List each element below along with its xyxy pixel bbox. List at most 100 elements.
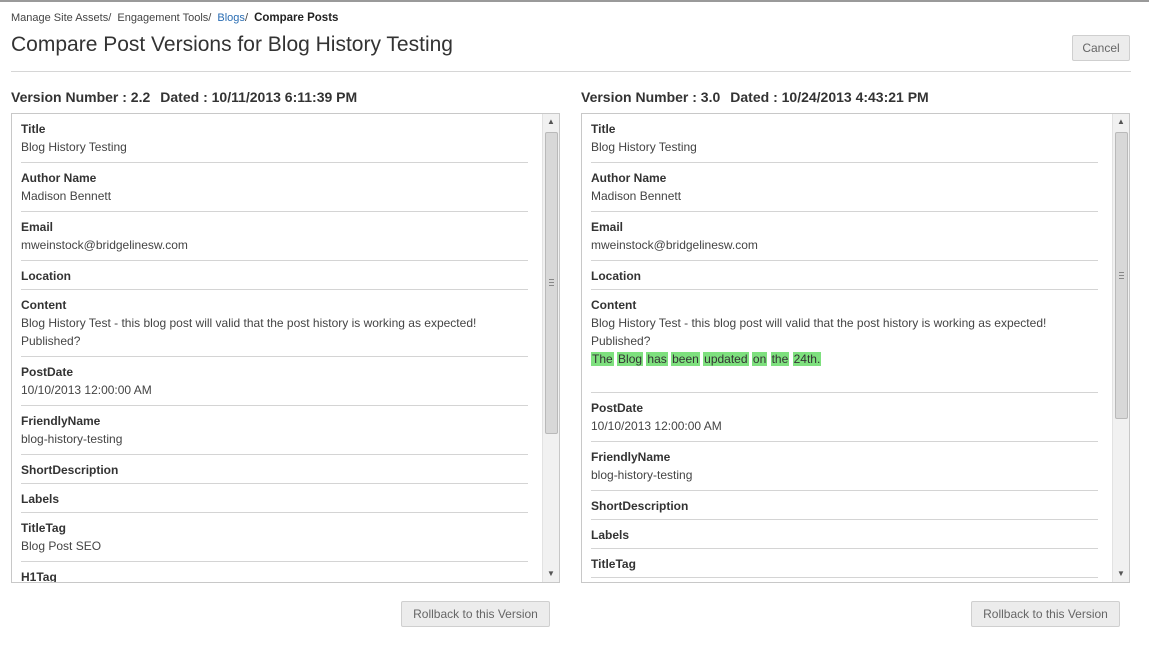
left-rollback-button[interactable]: Rollback to this Version	[401, 601, 550, 627]
field-label: TitleTag	[591, 557, 636, 571]
field-label: Content	[591, 298, 637, 312]
scroll-down-arrow-icon[interactable]: ▼	[1113, 566, 1129, 582]
left-version-panel[interactable]: Title Blog History Testing Author Name M…	[11, 113, 560, 583]
added-content-line: The Blog has been updated on the 24th.	[591, 350, 1098, 368]
left-version-date: Dated : 10/11/2013 6:11:39 PM	[160, 89, 358, 105]
field-label: Email	[591, 220, 624, 234]
breadcrumb: Manage Site Assets/ Engagement Tools/ Bl…	[11, 12, 338, 24]
page-title: Compare Post Versions for Blog History T…	[11, 33, 453, 56]
field-author-name: Author Name Madison Bennett	[21, 163, 528, 212]
field-value: 10/10/2013 12:00:00 AM	[591, 419, 722, 433]
field-titletag: TitleTag Blog Post SEO	[21, 513, 528, 562]
right-version-fields: Title Blog History Testing Author Name M…	[582, 114, 1113, 582]
scroll-up-arrow-icon[interactable]: ▲	[543, 114, 559, 130]
breadcrumb-separator: /	[208, 12, 212, 24]
field-label: Title	[21, 122, 46, 136]
field-email: Email mweinstock@bridgelinesw.com	[591, 212, 1098, 261]
field-value: blog-history-testing	[591, 468, 693, 482]
breadcrumb-separator: /	[108, 12, 112, 24]
scroll-up-arrow-icon[interactable]: ▲	[1113, 114, 1129, 130]
field-friendlyname: FriendlyName blog-history-testing	[21, 406, 528, 455]
field-label: ShortDescription	[21, 463, 119, 477]
field-location: Location	[21, 261, 528, 290]
field-shortdescription: ShortDescription	[21, 455, 528, 484]
field-value: Blog Post SEO	[21, 539, 102, 553]
left-version-fields: Title Blog History Testing Author Name M…	[12, 114, 543, 582]
field-label: Labels	[21, 492, 60, 506]
right-version-heading: Version Number : 3.0 Dated : 10/24/2013 4…	[581, 89, 929, 105]
added-word-highlight: updated	[703, 352, 749, 366]
field-value: blog-history-testing	[21, 432, 123, 446]
field-value: Blog History Testing	[591, 140, 697, 154]
right-panel-scrollbar[interactable]: ▲ ▼	[1112, 114, 1129, 582]
breadcrumb-manage-site-assets[interactable]: Manage Site Assets	[11, 12, 108, 24]
added-word-highlight: the	[770, 352, 790, 366]
grip-line	[549, 279, 554, 280]
field-label: ShortDescription	[591, 499, 689, 513]
field-label: Content	[21, 298, 67, 312]
breadcrumb-separator: /	[244, 12, 248, 24]
field-location: Location	[591, 261, 1098, 290]
field-value: Blog History Test - this blog post will …	[21, 314, 528, 350]
field-value: mweinstock@bridgelinesw.com	[21, 238, 188, 252]
field-label: PostDate	[591, 401, 644, 415]
right-version-panel[interactable]: Title Blog History Testing Author Name M…	[581, 113, 1130, 583]
field-label: Location	[591, 269, 641, 283]
field-title: Title Blog History Testing	[21, 114, 528, 163]
added-word-highlight: has	[646, 352, 668, 366]
field-content: Content Blog History Test - this blog po…	[591, 290, 1098, 393]
field-label: TitleTag	[21, 521, 66, 535]
field-shortdescription: ShortDescription	[591, 491, 1098, 520]
field-value: Blog History Test - this blog post will …	[591, 314, 1098, 386]
left-panel-scrollbar[interactable]: ▲ ▼	[542, 114, 559, 582]
right-version-date: Dated : 10/24/2013 4:43:21 PM	[730, 89, 929, 105]
breadcrumb-current: Compare Posts	[254, 12, 339, 24]
field-value: Madison Bennett	[591, 189, 682, 203]
right-version-number: Version Number : 3.0	[581, 89, 721, 105]
field-postdate: PostDate 10/10/2013 12:00:00 AM	[21, 357, 528, 406]
scrollbar-thumb[interactable]	[1115, 132, 1128, 419]
added-word-highlight: Blog	[617, 352, 644, 366]
header-divider	[11, 71, 1131, 72]
scrollbar-thumb[interactable]	[545, 132, 558, 434]
field-label: Email	[21, 220, 54, 234]
grip-line	[1119, 275, 1124, 276]
field-postdate: PostDate 10/10/2013 12:00:00 AM	[591, 393, 1098, 442]
field-label: FriendlyName	[591, 450, 671, 464]
content-line: Published?	[591, 334, 651, 348]
field-labels: Labels	[591, 520, 1098, 549]
field-value: mweinstock@bridgelinesw.com	[591, 238, 758, 252]
breadcrumb-engagement-tools[interactable]: Engagement Tools	[117, 12, 208, 24]
top-border	[0, 0, 1149, 2]
field-author-name: Author Name Madison Bennett	[591, 163, 1098, 212]
field-label: Labels	[591, 528, 630, 542]
content-line: Blog History Test - this blog post will …	[21, 316, 477, 330]
field-value: Madison Bennett	[21, 189, 112, 203]
field-titletag: TitleTag	[591, 549, 1098, 578]
added-word-highlight: 24th.	[792, 352, 822, 366]
field-labels: Labels	[21, 484, 528, 513]
breadcrumb-blogs-link[interactable]: Blogs	[217, 12, 245, 24]
field-label: H1Tag	[21, 570, 57, 582]
field-email: Email mweinstock@bridgelinesw.com	[21, 212, 528, 261]
field-h1tag: H1Tag	[21, 562, 528, 582]
cancel-button[interactable]: Cancel	[1072, 35, 1130, 61]
field-value: 10/10/2013 12:00:00 AM	[21, 383, 152, 397]
field-label: FriendlyName	[21, 414, 101, 428]
grip-line	[1119, 278, 1124, 279]
field-content: Content Blog History Test - this blog po…	[21, 290, 528, 357]
field-label: Location	[21, 269, 71, 283]
field-value: Blog History Testing	[21, 140, 127, 154]
left-version-number: Version Number : 2.2	[11, 89, 151, 105]
field-label: Author Name	[21, 171, 97, 185]
right-rollback-button[interactable]: Rollback to this Version	[971, 601, 1120, 627]
added-word-highlight: on	[751, 352, 768, 366]
scroll-down-arrow-icon[interactable]: ▼	[543, 566, 559, 582]
field-label: Title	[591, 122, 616, 136]
field-friendlyname: FriendlyName blog-history-testing	[591, 442, 1098, 491]
content-line: Published?	[21, 334, 81, 348]
grip-line	[549, 282, 554, 283]
left-version-heading: Version Number : 2.2 Dated : 10/11/2013 6…	[11, 89, 357, 105]
field-title: Title Blog History Testing	[591, 114, 1098, 163]
